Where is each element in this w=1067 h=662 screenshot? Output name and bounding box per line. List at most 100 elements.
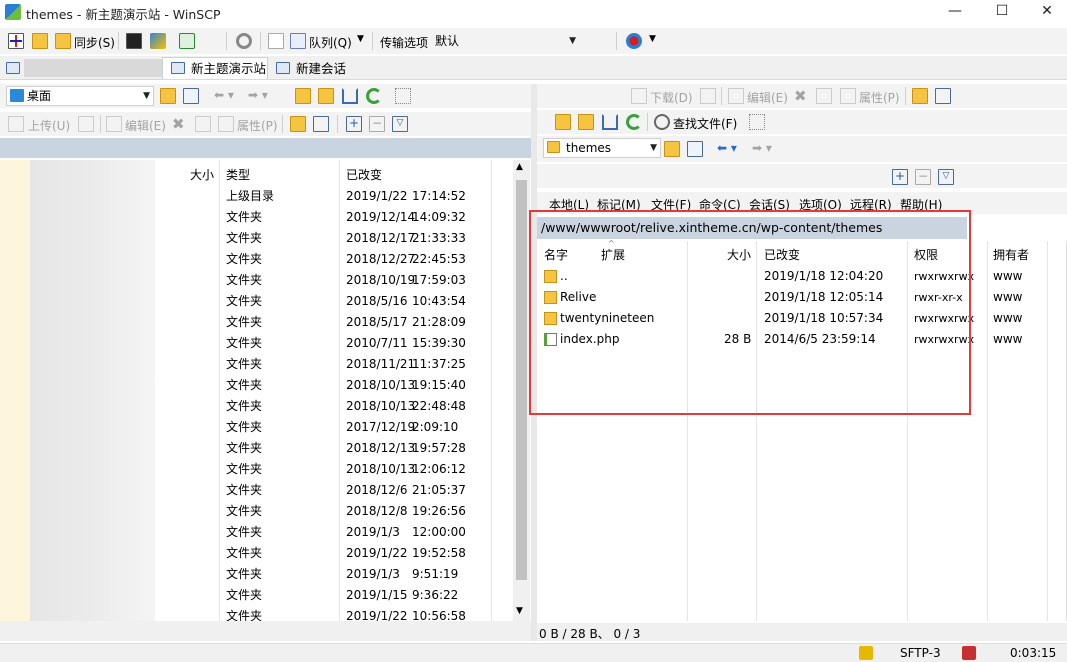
sync-browse-icon[interactable] <box>626 33 642 49</box>
properties-button[interactable]: 属性(P) <box>859 89 900 106</box>
upload-button[interactable]: 上传(U) <box>28 117 70 134</box>
download-options-icon[interactable] <box>700 88 716 104</box>
find-files-button[interactable]: 查找文件(F) <box>673 115 737 132</box>
gear-icon[interactable] <box>236 33 252 49</box>
left-location-select[interactable]: 桌面 ▼ <box>6 86 154 106</box>
properties-button[interactable]: 属性(P) <box>237 117 278 134</box>
putty-icon[interactable] <box>150 33 166 49</box>
home-icon[interactable] <box>602 114 618 130</box>
table-row[interactable]: 文件夹 2018/12/6 21:05:37 <box>0 480 510 501</box>
tree-icon[interactable] <box>749 114 765 130</box>
properties-icon[interactable] <box>218 116 234 132</box>
sync-icon[interactable] <box>55 33 71 49</box>
open-folder-icon[interactable] <box>160 88 176 104</box>
table-row[interactable]: 文件夹 2018/12/13 19:57:28 <box>0 438 510 459</box>
rename-icon[interactable] <box>195 116 211 132</box>
expand-all-icon[interactable]: + <box>892 169 908 185</box>
table-row[interactable]: 文件夹 2019/1/3 12:00:00 <box>0 522 510 543</box>
edit-icon[interactable] <box>106 116 122 132</box>
table-row[interactable]: 文件夹 2019/1/15 9:36:22 <box>0 585 510 606</box>
close-button[interactable]: ✕ <box>1024 0 1067 24</box>
root-dir-icon[interactable] <box>578 114 594 130</box>
left-scrollbar[interactable]: ▲ ▼ <box>513 160 530 621</box>
left-path-bar[interactable] <box>0 138 531 158</box>
filter-icon[interactable]: ▽ <box>938 169 954 185</box>
parent-dir-icon[interactable] <box>295 88 311 104</box>
transfer-options-select[interactable]: 默认 ▼ <box>430 31 580 51</box>
forward-icon[interactable]: ➡ ▾ <box>752 141 772 155</box>
collapse-all-icon[interactable]: − <box>369 116 385 132</box>
col-owner-header[interactable]: 拥有者 <box>993 246 1029 263</box>
new-session-icon[interactable] <box>8 33 24 49</box>
refresh-icon[interactable] <box>366 88 382 104</box>
new-folder-icon[interactable] <box>912 88 928 104</box>
row-type: 文件夹 <box>226 231 263 245</box>
new-file-icon[interactable] <box>935 88 951 104</box>
maximize-button[interactable]: ☐ <box>979 0 1025 24</box>
new-file-icon[interactable] <box>313 116 329 132</box>
tab-new-session[interactable]: 新建会话 <box>270 58 354 80</box>
table-row[interactable]: 文件夹 2019/1/22 19:52:58 <box>0 543 510 564</box>
edit-icon[interactable] <box>728 88 744 104</box>
table-row[interactable]: 文件夹 2019/12/14 14:09:32 <box>0 207 510 228</box>
col-size-header[interactable]: 大小 <box>190 166 214 183</box>
terminal-icon[interactable] <box>126 33 142 49</box>
table-row[interactable]: 文件夹 2018/12/8 19:26:56 <box>0 501 510 522</box>
table-row[interactable]: 文件夹 2018/5/16 10:43:54 <box>0 291 510 312</box>
table-row[interactable]: 文件夹 2018/5/17 21:28:09 <box>0 312 510 333</box>
session-list-icon[interactable] <box>6 62 20 74</box>
edit-button[interactable]: 编辑(E) <box>747 89 788 106</box>
queue-menu[interactable]: 队列(Q) <box>309 34 352 51</box>
table-row[interactable]: 文件夹 2019/1/22 10:56:58 <box>0 606 510 621</box>
scroll-thumb[interactable] <box>516 180 527 580</box>
table-row[interactable]: 文件夹 2018/12/27 22:45:53 <box>0 249 510 270</box>
compare-dirs-icon[interactable] <box>32 33 48 49</box>
back-icon[interactable]: ⬅ ▾ <box>214 88 234 102</box>
collapse-all-icon[interactable]: − <box>915 169 931 185</box>
col-type-header[interactable]: 类型 <box>226 166 250 183</box>
table-row[interactable]: 文件夹 2018/10/13 19:15:40 <box>0 375 510 396</box>
properties-icon[interactable] <box>840 88 856 104</box>
sync-button[interactable]: 同步(S) <box>74 34 115 51</box>
table-row[interactable]: 上级目录 2019/1/22 17:14:52 <box>0 186 510 207</box>
col-changed-header[interactable]: 已改变 <box>346 166 382 183</box>
table-row[interactable]: 文件夹 2010/7/11 15:39:30 <box>0 333 510 354</box>
filter-icon[interactable] <box>183 88 199 104</box>
table-row[interactable]: 文件夹 2018/11/21 11:37:25 <box>0 354 510 375</box>
home-icon[interactable] <box>342 88 358 104</box>
table-row[interactable]: 文件夹 2019/1/3 9:51:19 <box>0 564 510 585</box>
minimize-button[interactable]: — <box>932 0 978 24</box>
queue-dropdown-icon[interactable]: ▼ <box>357 34 364 44</box>
table-row[interactable]: 文件夹 2018/10/19 17:59:03 <box>0 270 510 291</box>
scroll-up-icon[interactable]: ▲ <box>516 162 523 172</box>
filter-icon[interactable]: ▽ <box>392 116 408 132</box>
new-folder-icon[interactable] <box>290 116 306 132</box>
root-dir-icon[interactable] <box>318 88 334 104</box>
delete-icon[interactable]: ✖ <box>172 115 185 133</box>
sync-browse-dropdown-icon[interactable]: ▼ <box>649 34 656 44</box>
edit-button[interactable]: 编辑(E) <box>125 117 166 134</box>
refresh-icon[interactable] <box>626 114 642 130</box>
table-row[interactable]: 文件夹 2018/12/17 21:33:33 <box>0 228 510 249</box>
delete-icon[interactable]: ✖ <box>794 87 807 105</box>
back-icon[interactable]: ⬅ ▾ <box>717 141 737 155</box>
upload-options-icon[interactable] <box>78 116 94 132</box>
forward-icon[interactable]: ➡ ▾ <box>248 88 268 102</box>
parent-dir-icon[interactable] <box>555 114 571 130</box>
tree-icon[interactable] <box>395 88 411 104</box>
tab-current-session[interactable]: 新主题演示站 <box>162 57 268 79</box>
refresh-icon[interactable] <box>179 33 195 49</box>
upload-icon[interactable] <box>8 116 24 132</box>
filter-icon[interactable] <box>687 141 703 157</box>
find-files-icon[interactable] <box>654 114 670 130</box>
download-button[interactable]: 下载(D) <box>650 89 693 106</box>
expand-all-icon[interactable]: + <box>346 116 362 132</box>
table-row[interactable]: 文件夹 2017/12/19 2:09:10 <box>0 417 510 438</box>
rename-icon[interactable] <box>816 88 832 104</box>
table-row[interactable]: 文件夹 2018/10/13 12:06:12 <box>0 459 510 480</box>
right-location-select[interactable]: themes ▼ <box>543 138 661 158</box>
open-folder-icon[interactable] <box>664 141 680 157</box>
scroll-down-icon[interactable]: ▼ <box>516 606 523 616</box>
download-icon[interactable] <box>631 88 647 104</box>
table-row[interactable]: 文件夹 2018/10/13 22:48:48 <box>0 396 510 417</box>
